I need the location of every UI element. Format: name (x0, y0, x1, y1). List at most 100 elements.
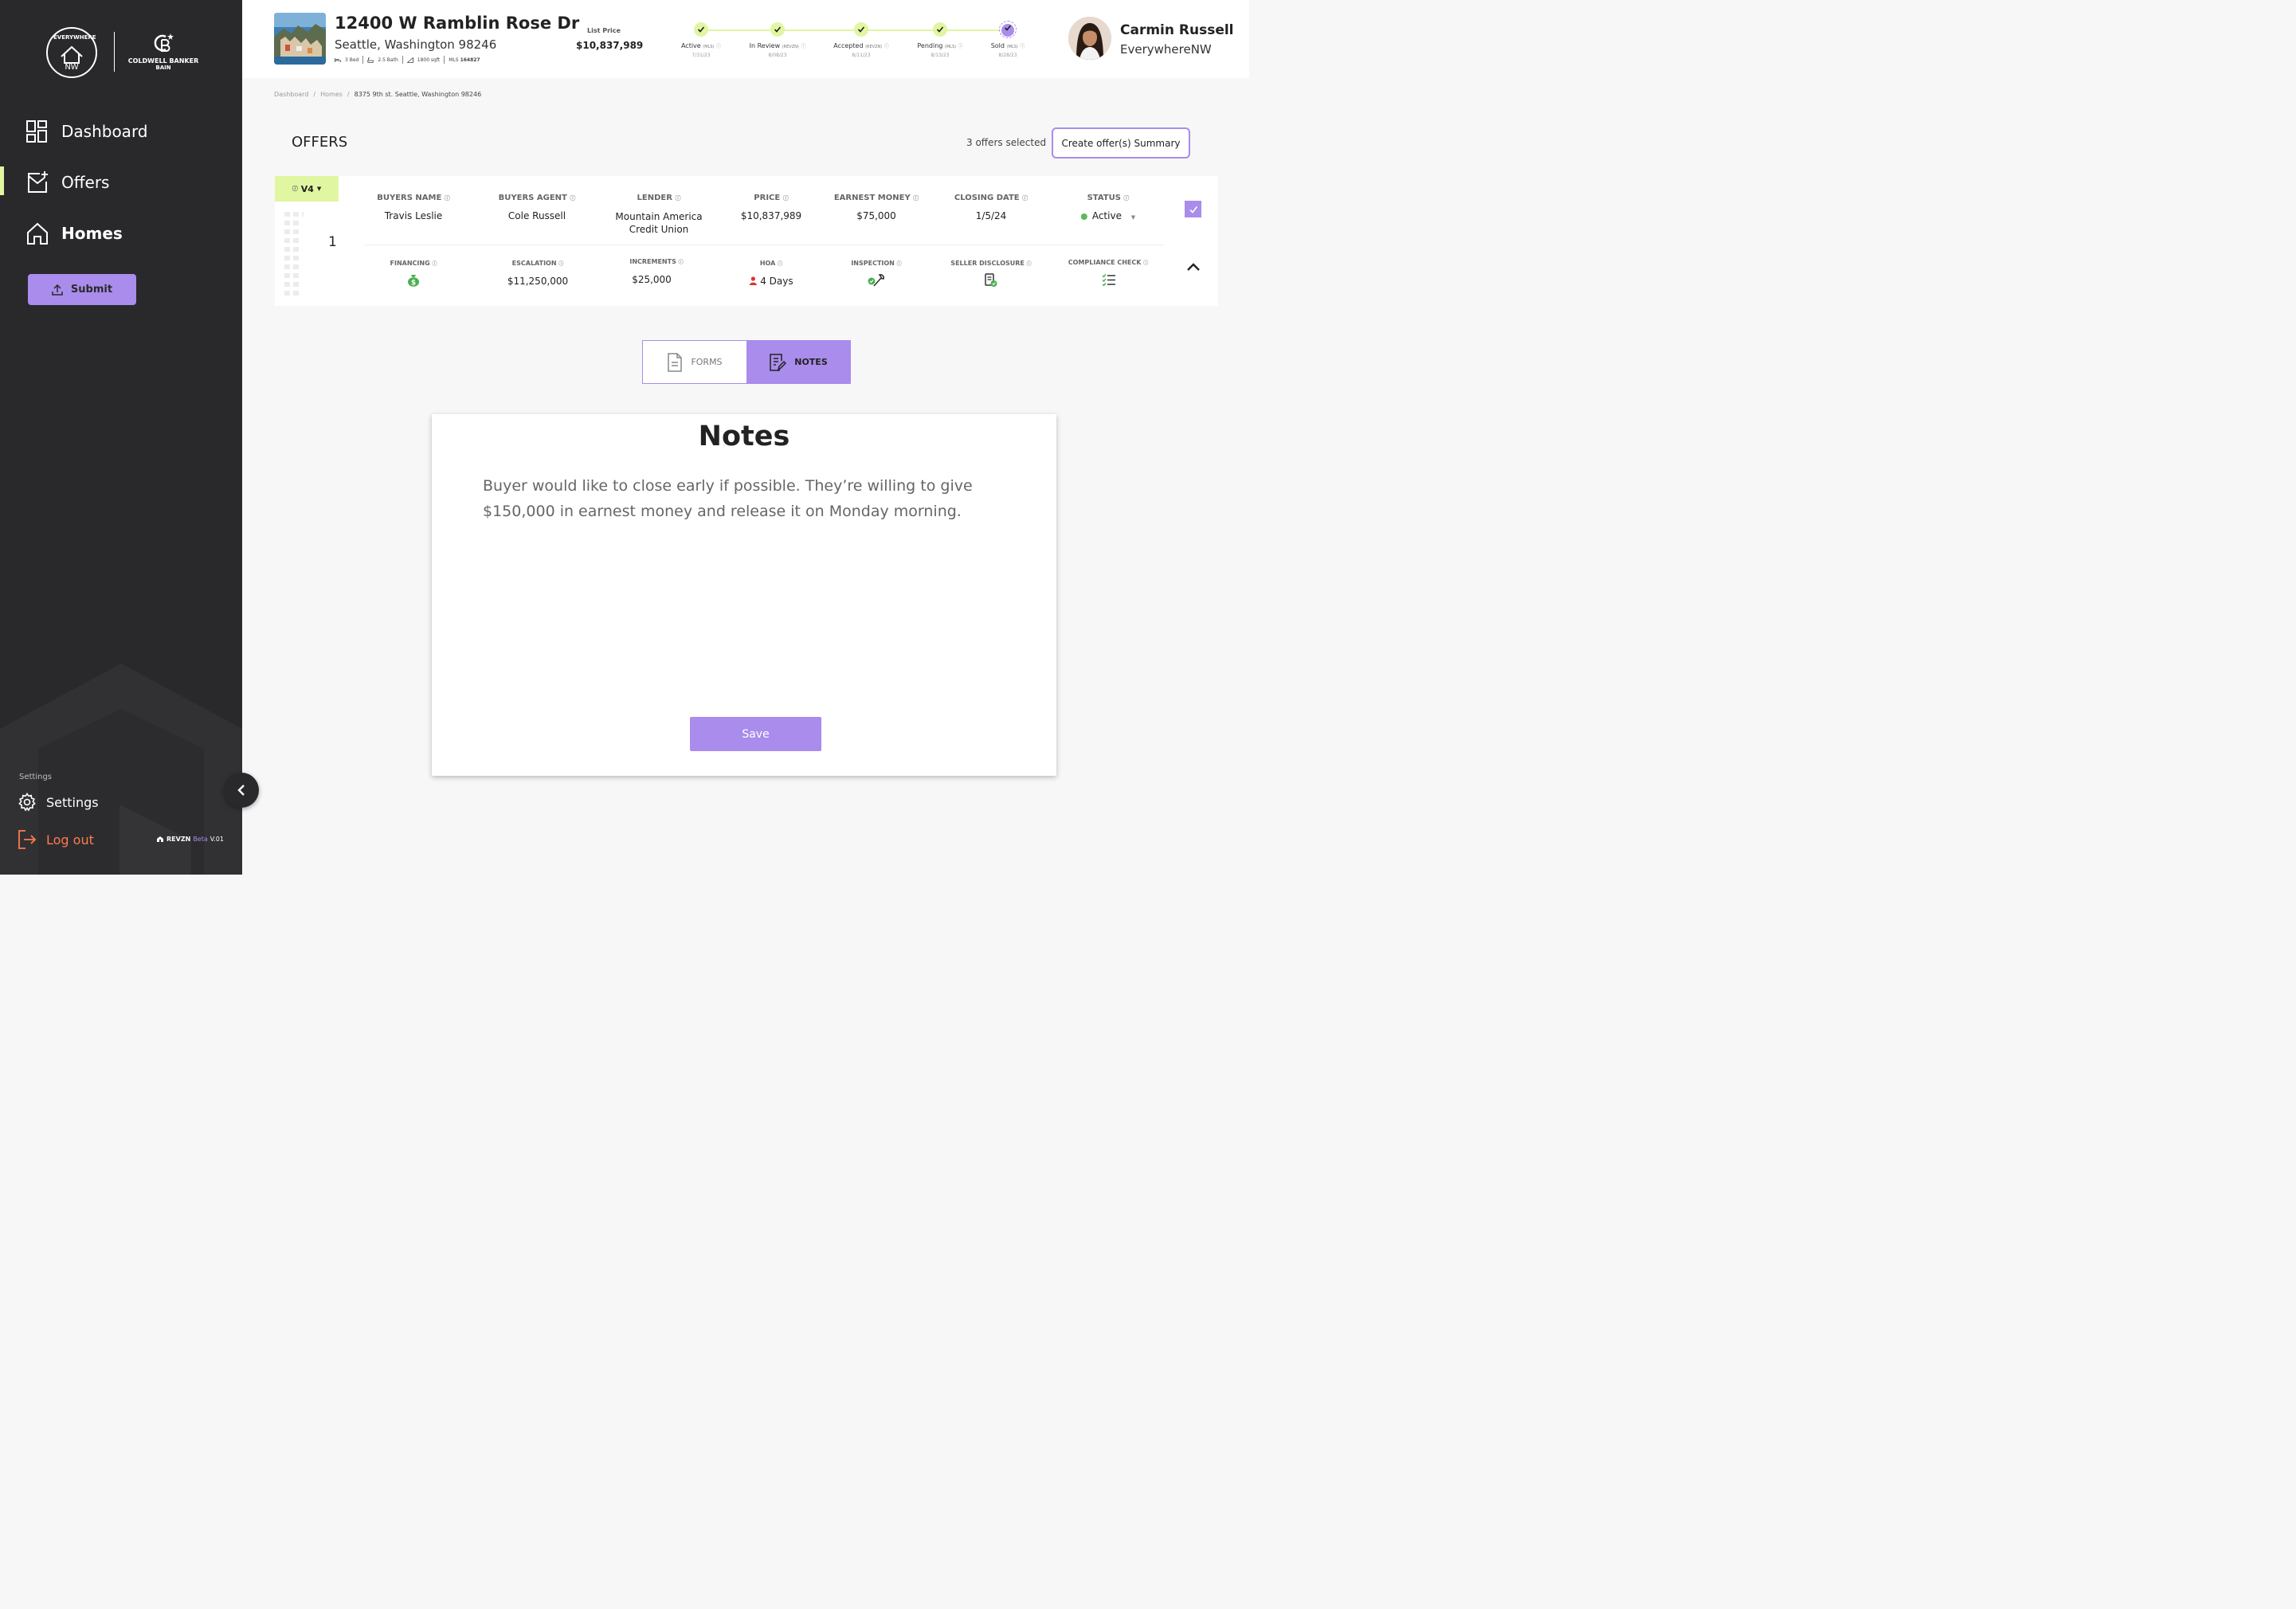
step-tag: (REVZN) (782, 45, 799, 49)
step-date: 7/31/23 (692, 53, 711, 58)
notes-textarea[interactable]: Buyer would like to close early if possi… (483, 473, 1009, 524)
document-icon (668, 352, 683, 372)
tab-notes-label: NOTES (794, 357, 828, 367)
settings-section-label: Settings (19, 773, 53, 781)
save-button[interactable]: Save (690, 717, 821, 751)
step-date: 8/08/23 (768, 53, 787, 58)
revzn-beta: Beta (193, 836, 208, 843)
drag-handle-icon[interactable] (284, 212, 304, 299)
col-buyers-name: BUYERS NAME ⓘ (377, 194, 450, 202)
notes-panel: Notes Buyer would like to close early if… (432, 414, 1056, 776)
col-closing-date: CLOSING DATE ⓘ (954, 194, 1028, 202)
submit-label: Submit (70, 284, 113, 296)
list-price-label: List Price (587, 27, 621, 34)
step-date: 8/11/23 (852, 53, 871, 58)
logout-icon (18, 830, 37, 849)
status-dropdown[interactable]: Active ▼ (1080, 209, 1136, 224)
inspection-tools-icon[interactable] (868, 273, 885, 288)
mls-number: 164827 (460, 57, 480, 63)
breadcrumb-current: 8375 9th st. Seattle, Washington 98246 (354, 91, 482, 98)
nav-dashboard[interactable]: Dashboard (0, 112, 242, 151)
increments-value: $25,000 (632, 274, 672, 285)
coldwell-banker-logo: COLDWELL BANKER BAIN (127, 32, 199, 71)
gear-icon (18, 793, 36, 812)
nav-offers[interactable]: Offers (0, 162, 242, 202)
lender-line-2: Credit Union (629, 224, 689, 235)
nav-homes-label: Homes (61, 224, 123, 243)
notes-edit-icon (770, 353, 787, 371)
version-info-icon: ⓘ (292, 186, 298, 192)
detail-label: COMPLIANCE CHECK (1068, 259, 1142, 266)
offer-select-checkbox[interactable] (1185, 201, 1201, 217)
detail-increments: INCREMENTS ⓘ (629, 258, 684, 265)
money-bag-icon[interactable]: $ (407, 273, 420, 287)
buyers-name-value: Travis Leslie (384, 210, 443, 221)
detail-label: SELLER DISCLOSURE (950, 260, 1025, 267)
col-buyers-agent: BUYERS AGENT ⓘ (498, 194, 576, 202)
person-icon (749, 276, 757, 285)
col-label: BUYERS AGENT (498, 194, 567, 202)
home-icon (25, 221, 49, 245)
step-check-icon (694, 22, 708, 37)
detail-label: FINANCING (390, 260, 430, 267)
col-status: STATUS ⓘ (1087, 194, 1130, 202)
property-thumbnail[interactable] (274, 13, 326, 65)
dashboard-icon (25, 119, 48, 143)
price-value: $10,837,989 (740, 210, 802, 221)
step-label: In Review (REVZN) ⓘ (749, 42, 806, 49)
offer-number: 1 (328, 234, 337, 250)
settings-link[interactable]: Settings (18, 793, 99, 812)
compliance-checklist-icon[interactable] (1102, 273, 1116, 286)
tab-notes[interactable]: NOTES (746, 341, 850, 383)
lender-line-1: Mountain America (615, 211, 703, 222)
brand-sub: BAIN (155, 65, 171, 71)
property-specs: 3 Bed 2.5 Bath 1800 sqft MLS 164827 (335, 56, 480, 64)
create-summary-button[interactable]: Create offer(s) Summary (1052, 127, 1190, 159)
everywhere-logo: EVERYWHERE NW (45, 26, 98, 79)
logo-divider (114, 32, 115, 72)
upload-icon (52, 284, 63, 296)
page-title: OFFERS (292, 134, 348, 151)
breadcrumb-dashboard[interactable]: Dashboard (274, 91, 308, 98)
detail-hoa: HOA ⓘ (759, 260, 783, 267)
nav-homes[interactable]: Homes (0, 213, 242, 253)
property-address: 12400 W Ramblin Rose Dr (335, 14, 580, 33)
disclosure-doc-icon[interactable] (984, 273, 998, 288)
collapse-offer-button[interactable] (1185, 262, 1201, 272)
property-city: Seattle, Washington 98246 (335, 37, 497, 52)
avatar[interactable] (1068, 17, 1111, 60)
mls-label: MLS (449, 57, 459, 63)
sqft: 1800 sqft (417, 57, 441, 63)
step-label: Active (MLS) ⓘ (680, 42, 722, 49)
col-label: STATUS (1087, 194, 1121, 202)
step-name: Active (680, 42, 701, 49)
spec-divider (362, 56, 364, 64)
tab-forms[interactable]: FORMS (643, 341, 746, 383)
nav-offers-label: Offers (61, 173, 110, 192)
breadcrumb: Dashboard / Homes / 8375 9th st. Seattle… (274, 91, 481, 98)
spec-divider (444, 56, 445, 64)
status-dot-icon (1080, 213, 1087, 220)
hoa-value: 4 Days (749, 275, 793, 288)
caret-down-icon: ▼ (316, 186, 322, 192)
step-name: Sold (990, 42, 1005, 49)
step-tag: (MLS) (703, 45, 715, 49)
step-current-icon (999, 21, 1017, 38)
detail-escalation: ESCALATION ⓘ (511, 260, 564, 267)
baths: 2.5 Bath (378, 57, 398, 63)
logout-link[interactable]: Log out (18, 829, 94, 850)
version-dropdown[interactable]: ⓘ V4 ▼ (275, 176, 339, 202)
detail-label: INSPECTION (851, 260, 895, 267)
detail-label: ESCALATION (511, 260, 557, 267)
breadcrumb-separator: / (347, 91, 350, 98)
step-name: Pending (917, 42, 943, 49)
caret-down-icon: ▼ (1130, 214, 1136, 221)
brand-name: COLDWELL BANKER (127, 57, 199, 65)
earnest-money-value: $75,000 (856, 210, 896, 221)
list-price-value: $10,837,989 (576, 40, 644, 51)
settings-label: Settings (46, 794, 99, 810)
submit-button[interactable]: Submit (28, 274, 136, 305)
collapse-sidebar-button[interactable] (224, 773, 259, 808)
breadcrumb-homes[interactable]: Homes (320, 91, 343, 98)
detail-financing: FINANCING ⓘ (390, 260, 437, 267)
